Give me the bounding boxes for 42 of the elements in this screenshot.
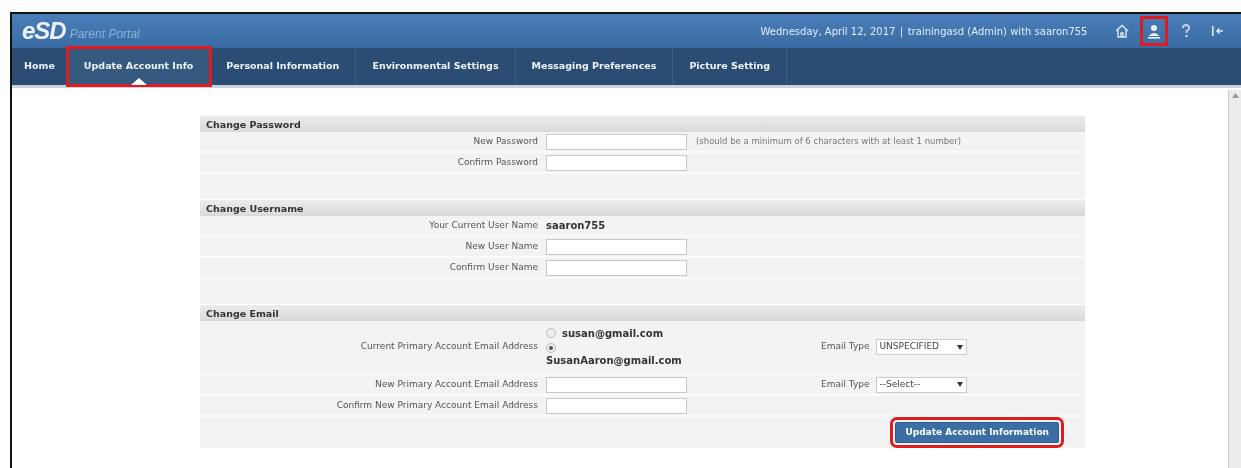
scroll-up-icon[interactable] [1231, 93, 1239, 98]
section-header: Change Email [200, 304, 1085, 321]
input-field[interactable] [546, 154, 687, 171]
section-header: Change Username [200, 199, 1085, 216]
nav-tab[interactable]: Environmental Settings [356, 48, 516, 85]
field-label: Confirm Password [456, 155, 539, 169]
radio-label[interactable]: susan@gmail.com [562, 325, 664, 341]
section-header: Change Password [200, 115, 1085, 132]
caret-icon [956, 344, 963, 350]
field-label: Confirm User Name [448, 260, 539, 274]
user-icon[interactable] [1143, 19, 1165, 43]
field-label: Email Type [821, 377, 870, 391]
date-text: Wednesday, April 12, 2017 [760, 24, 896, 39]
field-label: Your Current User Name [428, 218, 539, 232]
input-field[interactable] [546, 376, 687, 393]
portal-subtitle: Parent Portal [69, 27, 140, 41]
caret-icon [956, 382, 963, 387]
field-label: New Primary Account Email Address [374, 377, 539, 391]
email-type-select[interactable]: --Select-- [875, 376, 967, 393]
radio-button[interactable] [546, 328, 556, 339]
radio-label[interactable]: SusanAaron@gmail.com [546, 353, 682, 369]
logo: eSD [22, 17, 66, 45]
hint-text: (should be a minimum of 6 characters with at least 1 number) [695, 135, 962, 148]
separator-text: | [899, 24, 904, 39]
field-label: New Password [472, 134, 539, 148]
field-label: Email Type [821, 340, 870, 354]
nav-tab[interactable]: Picture Setting [673, 48, 788, 85]
input-field[interactable] [546, 238, 687, 255]
field-value: saaron755 [546, 219, 606, 231]
field-label: Confirm New Primary Account Email Address [335, 398, 539, 412]
nav-tab[interactable]: Messaging Preferences [515, 48, 674, 85]
scrollbar[interactable] [1228, 90, 1241, 468]
user-info-text: trainingasd (Admin) with saaron755 [907, 24, 1088, 39]
input-field[interactable] [546, 397, 687, 414]
radio-button[interactable] [546, 343, 556, 354]
nav-tab[interactable]: Personal Information [210, 48, 357, 85]
field-label: Current Primary Account Email Address [359, 340, 539, 354]
input-field[interactable] [546, 259, 687, 276]
input-field[interactable] [546, 133, 687, 150]
nav-tab[interactable]: Update Account Info [67, 48, 211, 85]
field-label: New User Name [464, 239, 539, 253]
email-type-select[interactable]: UNSPECIFIED [875, 339, 967, 355]
